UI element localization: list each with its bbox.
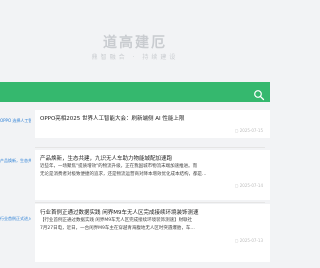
article-thumbnail[interactable]: 行业首例正式进入试点阶段… xyxy=(0,214,31,239)
nav-bar xyxy=(0,82,270,102)
article-excerpt-line: 7月27日电，近日，一台闲界M9车主在穿越青海腹地无人区时突遇爆胎，车… xyxy=(40,226,195,231)
search-icon[interactable] xyxy=(253,86,265,101)
site-header: 道高建厄 鼎智融合 · 持续建设 xyxy=(0,0,270,74)
article-date: ▢ 2025-07-13 xyxy=(234,238,263,243)
thumbnail-caption: OPPO 选择人工智能 AI 终端上榜 xyxy=(0,118,31,123)
divider xyxy=(35,147,265,148)
article-card[interactable]: 产品焕新，生态共建，九识无人车助力物能城配加速跑 近些年，一场聚焦"提质增效"的… xyxy=(35,150,270,200)
thumbnail-caption: 产品焕新，生态共建，九识无人车… xyxy=(0,158,31,163)
article-date: ▢ 2025-07-14 xyxy=(234,183,263,188)
thumbnail-caption: 行业首例正式进入试点阶段… xyxy=(0,216,31,221)
article-card[interactable]: 行业首例正通过数据实践 闲界M9车无人区完成接续环境装饰测速 【行业首例正通过数… xyxy=(35,204,270,262)
article-title[interactable]: 行业首例正通过数据实践 闲界M9车无人区完成接续环境装饰测速 xyxy=(40,208,199,216)
article-excerpt-line: 近些年，一场聚焦"提质增效"的物流升级，正在我国城市物流末端加速推进。而 xyxy=(40,164,198,169)
article-date: ▢ 2025-07-15 xyxy=(234,128,263,133)
site-logo[interactable]: 道高建厄 xyxy=(0,32,270,52)
article-thumbnail[interactable]: OPPO 选择人工智能 AI 终端上榜 xyxy=(0,116,31,141)
article-title[interactable]: OPPO亮相2025 世界人工智能大会：刷新端侧 AI 性能上限 xyxy=(40,114,184,122)
article-card[interactable]: OPPO亮相2025 世界人工智能大会：刷新端侧 AI 性能上限 ▢ 2025-… xyxy=(35,110,270,138)
article-title[interactable]: 产品焕新，生态共建，九识无人车助力物能城配加速跑 xyxy=(40,154,172,162)
divider xyxy=(35,202,265,203)
article-excerpt-line: 无论是消费者对极致便捷的追求，还是物流运营商对降本增效优化成本结构，都是… xyxy=(40,172,207,177)
article-thumbnail[interactable]: 产品焕新，生态共建，九识无人车… xyxy=(0,156,31,181)
site-slogan: 鼎智融合 · 持续建设 xyxy=(91,54,179,61)
article-list: OPPO 选择人工智能 AI 终端上榜 OPPO亮相2025 世界人工智能大会：… xyxy=(0,106,270,268)
article-excerpt-line: 【行业首例正通过数据实践 闲界M9车无人区完成接续环境装饰测速】财联社 xyxy=(40,218,193,223)
